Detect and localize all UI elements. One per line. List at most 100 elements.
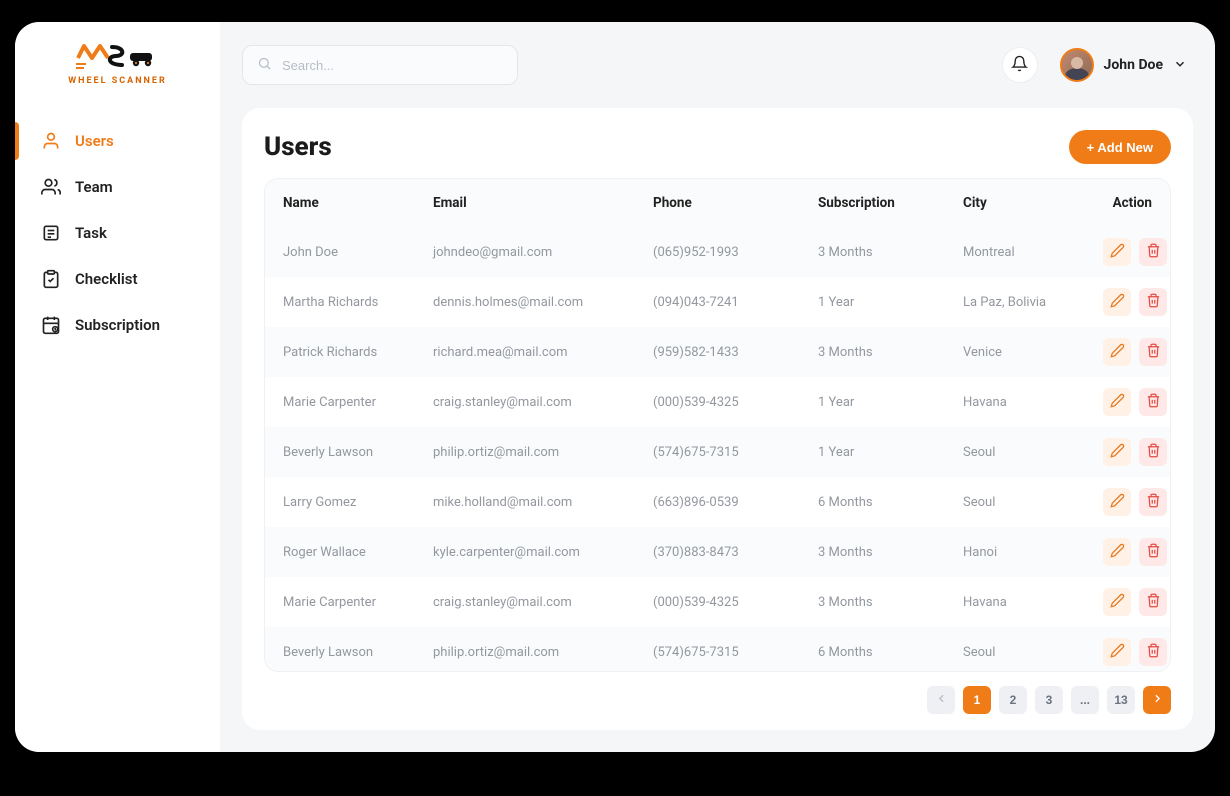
page-button[interactable]: 13 — [1107, 686, 1135, 714]
page-next-button[interactable] — [1143, 686, 1171, 714]
cell-name: John Doe — [283, 245, 433, 260]
cell-city: Venice — [963, 345, 1103, 360]
ws-logo-icon — [76, 44, 160, 74]
cell-city: Havana — [963, 395, 1103, 410]
cell-email: richard.mea@mail.com — [433, 345, 653, 360]
page-ellipsis: ... — [1071, 686, 1099, 714]
delete-button[interactable] — [1139, 388, 1167, 416]
sidebar-item-subscription[interactable]: Subscription — [15, 302, 220, 348]
delete-button[interactable] — [1139, 238, 1167, 266]
user-icon — [41, 131, 61, 151]
search-icon — [257, 56, 272, 75]
cell-city: Seoul — [963, 645, 1103, 660]
cell-city: Havana — [963, 595, 1103, 610]
page-title: Users — [264, 132, 332, 162]
column-header: City — [963, 195, 1103, 211]
cell-phone: (574)675-7315 — [653, 445, 818, 460]
page-button[interactable]: 3 — [1035, 686, 1063, 714]
cell-subscription: 3 Months — [818, 595, 963, 610]
cell-subscription: 6 Months — [818, 645, 963, 660]
trash-icon — [1146, 593, 1161, 611]
page-prev-button[interactable] — [927, 686, 955, 714]
search-input[interactable] — [282, 58, 503, 73]
sidebar-item-checklist[interactable]: Checklist — [15, 256, 220, 302]
users-table: NameEmailPhoneSubscriptionCityAction Joh… — [264, 178, 1171, 672]
cell-city: Hanoi — [963, 545, 1103, 560]
cell-actions — [1103, 638, 1167, 666]
cell-email: johndeo@gmail.com — [433, 245, 653, 260]
table-row: Marie Carpentercraig.stanley@mail.com(00… — [265, 377, 1170, 427]
edit-icon — [1110, 443, 1125, 461]
sidebar-item-task[interactable]: Task — [15, 210, 220, 256]
cell-city: La Paz, Bolivia — [963, 295, 1103, 310]
delete-button[interactable] — [1139, 588, 1167, 616]
checklist-icon — [41, 269, 61, 289]
delete-button[interactable] — [1139, 488, 1167, 516]
delete-button[interactable] — [1139, 338, 1167, 366]
content: Users + Add New NameEmailPhoneSubscripti… — [220, 108, 1215, 752]
edit-icon — [1110, 493, 1125, 511]
delete-button[interactable] — [1139, 638, 1167, 666]
cell-subscription: 1 Year — [818, 395, 963, 410]
trash-icon — [1146, 393, 1161, 411]
edit-icon — [1110, 293, 1125, 311]
sidebar-item-users[interactable]: Users — [15, 118, 220, 164]
delete-button[interactable] — [1139, 538, 1167, 566]
cell-city: Seoul — [963, 495, 1103, 510]
cell-name: Patrick Richards — [283, 345, 433, 360]
cell-actions — [1103, 588, 1167, 616]
chevron-left-icon — [935, 692, 948, 708]
cell-name: Larry Gomez — [283, 495, 433, 510]
card-header: Users + Add New — [264, 130, 1171, 164]
edit-button[interactable] — [1103, 338, 1131, 366]
trash-icon — [1146, 543, 1161, 561]
edit-button[interactable] — [1103, 638, 1131, 666]
cell-phone: (370)883-8473 — [653, 545, 818, 560]
edit-button[interactable] — [1103, 238, 1131, 266]
edit-button[interactable] — [1103, 438, 1131, 466]
table-row: Roger Wallacekyle.carpenter@mail.com(370… — [265, 527, 1170, 577]
sidebar-item-label: Subscription — [75, 316, 160, 334]
edit-button[interactable] — [1103, 288, 1131, 316]
cell-actions — [1103, 238, 1167, 266]
page-button[interactable]: 2 — [999, 686, 1027, 714]
cell-name: Marie Carpenter — [283, 595, 433, 610]
table-row: John Doejohndeo@gmail.com(065)952-19933 … — [265, 227, 1170, 277]
edit-button[interactable] — [1103, 588, 1131, 616]
table-row: Beverly Lawsonphilip.ortiz@mail.com(574)… — [265, 627, 1170, 672]
cell-actions — [1103, 388, 1167, 416]
cell-actions — [1103, 488, 1167, 516]
cell-subscription: 6 Months — [818, 495, 963, 510]
users-card: Users + Add New NameEmailPhoneSubscripti… — [242, 108, 1193, 730]
edit-button[interactable] — [1103, 388, 1131, 416]
topbar: John Doe — [220, 22, 1215, 108]
app-shell: WHEEL SCANNER UsersTeamTaskChecklistSubs… — [15, 22, 1215, 752]
cell-actions — [1103, 338, 1167, 366]
sidebar-item-label: Users — [75, 132, 114, 150]
search-box[interactable] — [242, 45, 518, 85]
notifications-button[interactable] — [1002, 47, 1038, 83]
cell-subscription: 3 Months — [818, 545, 963, 560]
table-header: NameEmailPhoneSubscriptionCityAction — [265, 179, 1170, 227]
user-menu[interactable]: John Doe — [1060, 48, 1187, 82]
trash-icon — [1146, 243, 1161, 261]
cell-city: Seoul — [963, 445, 1103, 460]
sidebar-item-team[interactable]: Team — [15, 164, 220, 210]
edit-icon — [1110, 343, 1125, 361]
delete-button[interactable] — [1139, 288, 1167, 316]
page-button[interactable]: 1 — [963, 686, 991, 714]
cell-phone: (094)043-7241 — [653, 295, 818, 310]
cell-email: philip.ortiz@mail.com — [433, 645, 653, 660]
trash-icon — [1146, 293, 1161, 311]
trash-icon — [1146, 493, 1161, 511]
delete-button[interactable] — [1139, 438, 1167, 466]
chevron-down-icon — [1173, 56, 1187, 75]
sidebar: WHEEL SCANNER UsersTeamTaskChecklistSubs… — [15, 22, 220, 752]
cell-email: mike.holland@mail.com — [433, 495, 653, 510]
cell-phone: (000)539-4325 — [653, 595, 818, 610]
edit-button[interactable] — [1103, 488, 1131, 516]
add-new-button[interactable]: + Add New — [1069, 130, 1171, 164]
edit-button[interactable] — [1103, 538, 1131, 566]
trash-icon — [1146, 343, 1161, 361]
trash-icon — [1146, 443, 1161, 461]
